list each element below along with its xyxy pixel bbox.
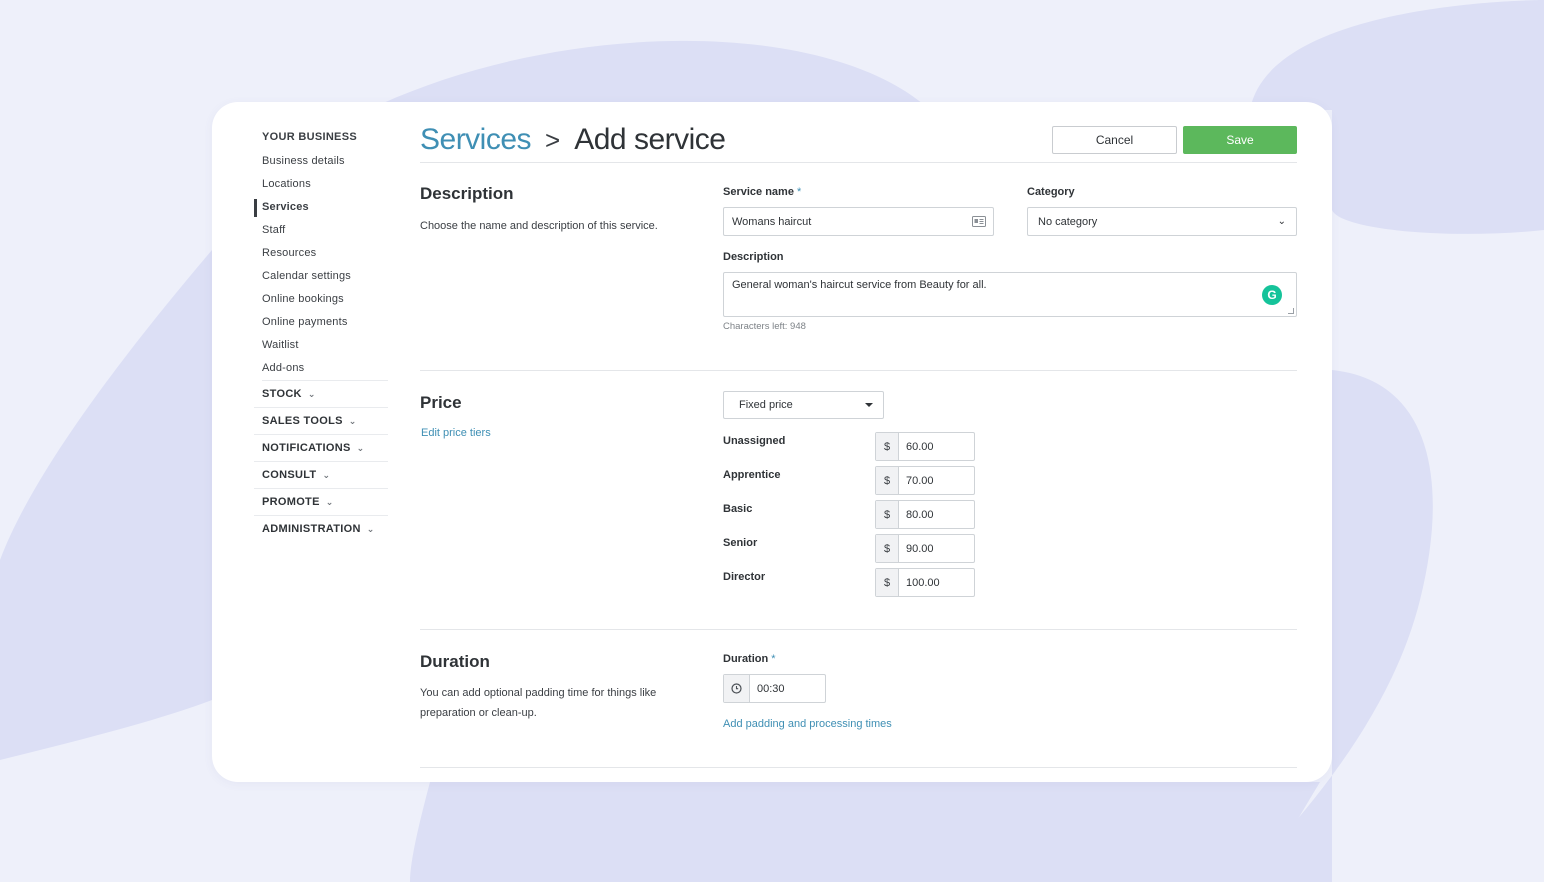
description-value: General woman's haircut service from Bea… — [732, 279, 987, 291]
price-value: 90.00 — [906, 542, 934, 555]
price-value: 60.00 — [906, 440, 934, 453]
chevron-down-icon: ⌄ — [348, 416, 357, 426]
duration-value: 00:30 — [757, 682, 785, 695]
price-input-unassigned[interactable]: $ 60.00 — [875, 432, 975, 461]
contact-card-icon — [965, 216, 993, 227]
page-title: Add service — [574, 123, 726, 156]
chevron-down-icon: ⌄ — [322, 470, 331, 480]
settings-sidebar: YOUR BUSINESS Business details Locations… — [254, 124, 388, 543]
chevron-down-icon: ⌄ — [366, 524, 375, 534]
cancel-button[interactable]: Cancel — [1052, 126, 1177, 154]
price-type-value: Fixed price — [739, 399, 793, 411]
sidebar-item-calendar-settings[interactable]: Calendar settings — [254, 265, 388, 288]
service-name-label-text: Service name — [723, 186, 794, 198]
characters-left: Characters left: 948 — [723, 321, 806, 332]
section-divider — [420, 370, 1297, 371]
sidebar-item-services[interactable]: Services — [254, 196, 388, 219]
sidebar-group-sales-tools[interactable]: SALES TOOLS ⌄ — [254, 408, 388, 435]
sidebar-item-online-payments[interactable]: Online payments — [254, 311, 388, 334]
sidebar-item-waitlist[interactable]: Waitlist — [254, 334, 388, 357]
chevron-down-icon: ⌄ — [307, 389, 316, 399]
add-padding-link[interactable]: Add padding and processing times — [723, 718, 892, 730]
breadcrumb-chevron-icon: > — [545, 124, 561, 155]
service-name-value: Womans haircut — [732, 215, 812, 228]
description-section-title: Description — [420, 184, 514, 203]
dollar-icon: $ — [876, 535, 899, 562]
price-value: 80.00 — [906, 508, 934, 521]
sidebar-item-online-bookings[interactable]: Online bookings — [254, 288, 388, 311]
category-label: Category — [1027, 186, 1075, 198]
section-divider — [420, 629, 1297, 630]
price-value: 70.00 — [906, 474, 934, 487]
service-name-label: Service name * — [723, 186, 801, 198]
sidebar-group-label: ADMINISTRATION — [262, 523, 361, 535]
resize-handle-icon[interactable] — [1288, 308, 1294, 314]
sidebar-group-consult[interactable]: CONSULT ⌄ — [254, 462, 388, 489]
grammarly-icon[interactable]: G — [1262, 285, 1282, 305]
tier-label-director: Director — [723, 571, 766, 583]
breadcrumb-services-link[interactable]: Services — [420, 123, 532, 157]
breadcrumb: Services > Add service — [420, 120, 726, 160]
sidebar-group-label: SALES TOOLS — [262, 415, 343, 427]
sidebar-item-resources[interactable]: Resources — [254, 242, 388, 265]
settings-card: YOUR BUSINESS Business details Locations… — [212, 102, 1332, 782]
duration-label-text: Duration — [723, 653, 769, 665]
required-mark: * — [796, 186, 802, 198]
sidebar-item-locations[interactable]: Locations — [254, 173, 388, 196]
sidebar-group-administration[interactable]: ADMINISTRATION ⌄ — [254, 516, 388, 543]
sidebar-group-stock[interactable]: STOCK ⌄ — [254, 381, 388, 408]
price-input-basic[interactable]: $ 80.00 — [875, 500, 975, 529]
sidebar-item-staff[interactable]: Staff — [254, 219, 388, 242]
dollar-icon: $ — [876, 569, 899, 596]
dollar-icon: $ — [876, 501, 899, 528]
price-section-title: Price — [420, 393, 462, 412]
category-value: No category — [1038, 215, 1098, 228]
duration-label: Duration * — [723, 653, 776, 665]
sidebar-group-label: PROMOTE — [262, 496, 320, 508]
sidebar-group-label: CONSULT — [262, 469, 317, 481]
price-input-senior[interactable]: $ 90.00 — [875, 534, 975, 563]
tier-label-apprentice: Apprentice — [723, 469, 781, 481]
sidebar-group-notifications[interactable]: NOTIFICATIONS ⌄ — [254, 435, 388, 462]
sidebar-group-label: NOTIFICATIONS — [262, 442, 351, 454]
description-section-help: Choose the name and description of this … — [420, 220, 658, 232]
edit-price-tiers-link[interactable]: Edit price tiers — [421, 427, 491, 439]
dollar-icon: $ — [876, 467, 899, 494]
duration-section-help: You can add optional padding time for th… — [420, 687, 657, 719]
sidebar-section-your-business: YOUR BUSINESS — [262, 131, 357, 143]
chevron-down-icon: ⌄ — [325, 497, 334, 507]
save-button[interactable]: Save — [1183, 126, 1297, 154]
price-value: 100.00 — [906, 576, 940, 589]
duration-input[interactable]: 00:30 — [723, 674, 826, 703]
price-input-director[interactable]: $ 100.00 — [875, 568, 975, 597]
dollar-icon: $ — [876, 433, 899, 460]
tier-label-senior: Senior — [723, 537, 758, 549]
chevron-down-icon: ⌄ — [356, 443, 365, 453]
sidebar-group-label: STOCK — [262, 388, 302, 400]
description-textarea[interactable]: General woman's haircut service from Bea… — [723, 272, 1297, 317]
header-divider — [420, 162, 1297, 163]
service-name-input[interactable]: Womans haircut — [723, 207, 994, 236]
sidebar-item-business-details[interactable]: Business details — [254, 150, 388, 173]
price-type-dropdown[interactable]: Fixed price — [723, 391, 884, 419]
price-input-apprentice[interactable]: $ 70.00 — [875, 466, 975, 495]
description-label: Description — [723, 251, 784, 263]
tier-label-unassigned: Unassigned — [723, 435, 786, 447]
required-mark: * — [771, 653, 776, 665]
category-select[interactable]: No category ⌄ — [1027, 207, 1297, 236]
tier-label-basic: Basic — [723, 503, 753, 515]
chevron-down-icon: ⌄ — [1277, 216, 1286, 227]
section-divider — [420, 767, 1297, 768]
clock-icon — [724, 675, 750, 702]
duration-section-title: Duration — [420, 652, 490, 671]
caret-down-icon — [865, 403, 873, 407]
sidebar-group-promote[interactable]: PROMOTE ⌄ — [254, 489, 388, 516]
sidebar-item-add-ons[interactable]: Add-ons — [254, 357, 388, 380]
